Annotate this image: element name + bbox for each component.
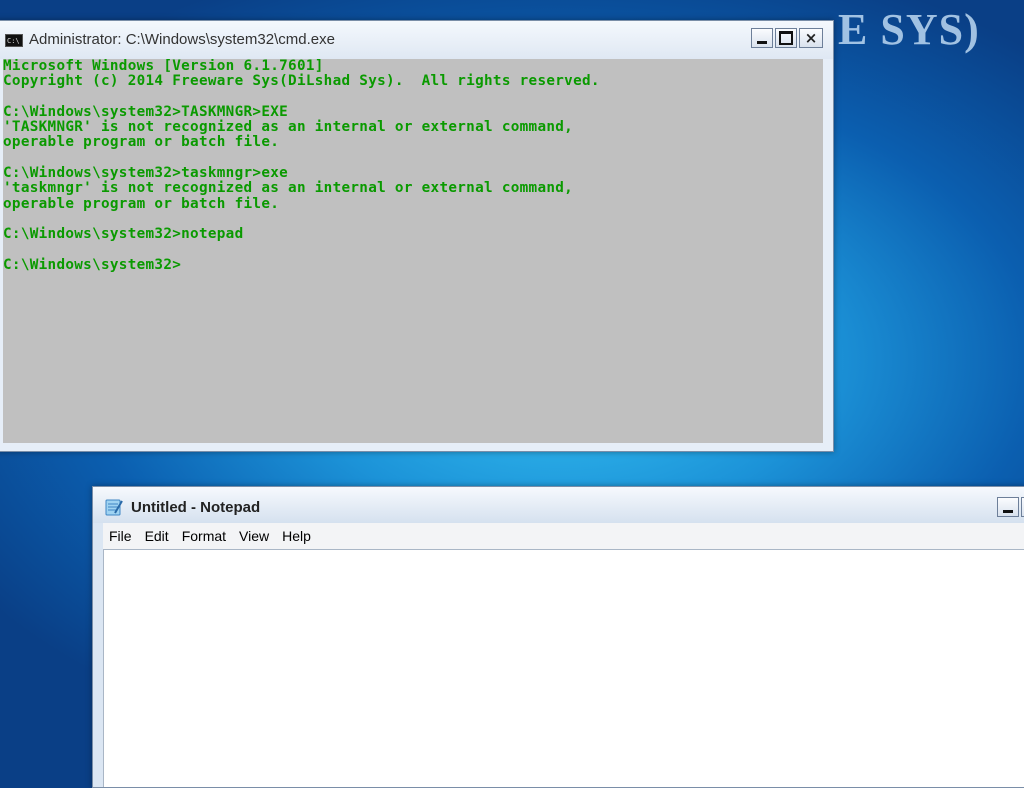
menu-view[interactable]: View (239, 528, 276, 544)
wallpaper-logo-text: E SYS) (838, 5, 980, 54)
cmd-window[interactable]: C:\ Administrator: C:\Windows\system32\c… (0, 20, 834, 452)
cmd-window-controls: × (749, 28, 823, 48)
console-text: Microsoft Windows [Version 6.1.7601] Cop… (3, 59, 600, 273)
cmd-console-output[interactable]: Microsoft Windows [Version 6.1.7601] Cop… (3, 59, 823, 443)
notepad-window[interactable]: Untitled - Notepad File Edit Format View… (92, 486, 1024, 788)
menu-format[interactable]: Format (182, 528, 233, 544)
menu-edit[interactable]: Edit (145, 528, 176, 544)
menu-help[interactable]: Help (282, 528, 318, 544)
maximize-icon (779, 31, 793, 45)
notepad-menubar: File Edit Format View Help (103, 523, 1024, 549)
cmd-minimize-button[interactable] (751, 28, 773, 48)
cmd-close-button[interactable]: × (799, 28, 823, 48)
notepad-titlebar[interactable]: Untitled - Notepad (93, 487, 1024, 523)
notepad-window-controls (995, 497, 1024, 517)
minimize-icon (757, 41, 767, 44)
close-icon: × (804, 29, 818, 47)
command-prompt-icon: C:\ (5, 34, 23, 47)
notepad-text-area[interactable] (103, 549, 1024, 787)
cmd-maximize-button[interactable] (775, 28, 797, 48)
notepad-minimize-button[interactable] (997, 497, 1019, 517)
notepad-window-title: Untitled - Notepad (131, 499, 261, 516)
menu-file[interactable]: File (109, 528, 139, 544)
minimize-icon (1003, 510, 1013, 513)
cmd-titlebar[interactable]: C:\ Administrator: C:\Windows\system32\c… (0, 21, 833, 59)
cmd-window-title: Administrator: C:\Windows\system32\cmd.e… (29, 31, 335, 48)
notepad-icon (105, 499, 123, 516)
